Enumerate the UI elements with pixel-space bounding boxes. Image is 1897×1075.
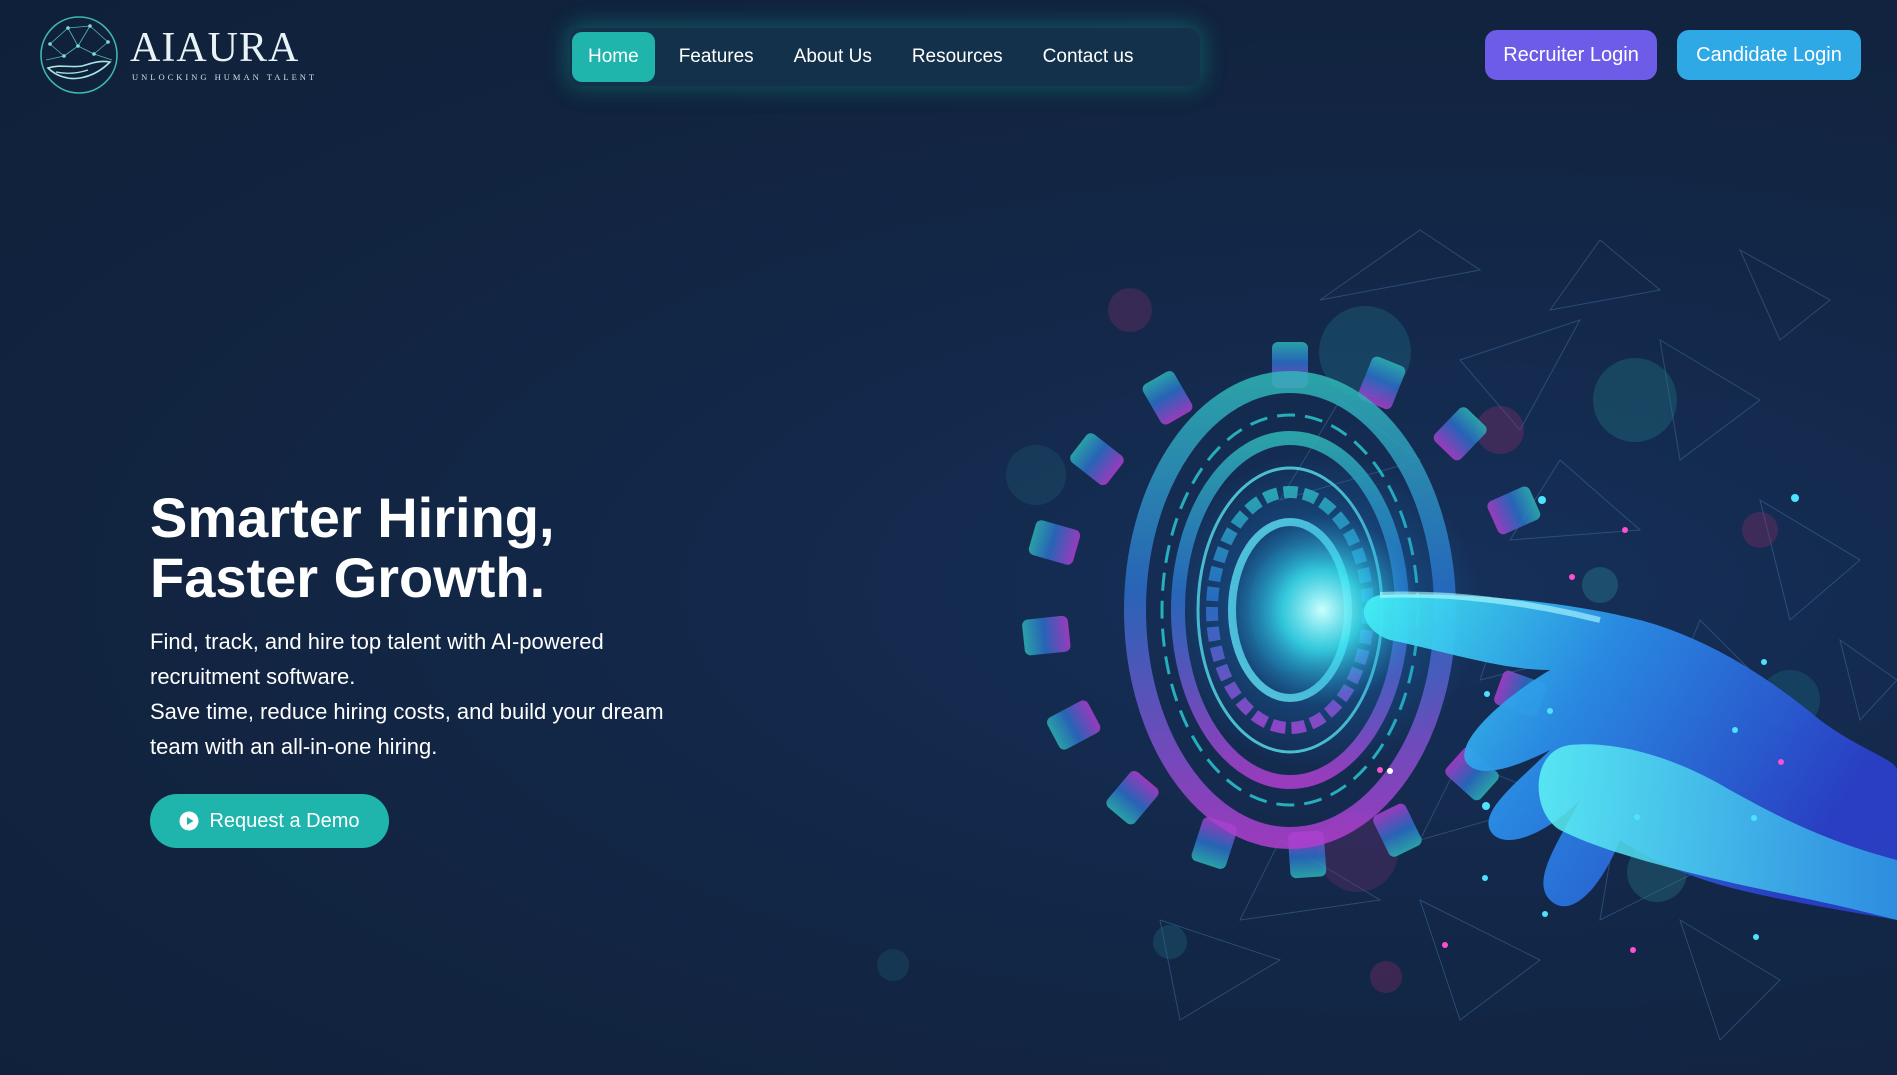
hero-title-line-1: Smarter Hiring,: [150, 486, 555, 549]
nav-item-resources[interactable]: Resources: [896, 32, 1019, 82]
hero-title-line-2: Faster Growth.: [150, 546, 546, 609]
hero-subtitle-line-2: recruitment software.: [150, 664, 356, 689]
hero-subtitle-line-3: Save time, reduce hiring costs, and buil…: [150, 699, 664, 724]
candidate-login-button[interactable]: Candidate Login: [1677, 30, 1861, 80]
brand-tagline: UNLOCKING HUMAN TALENT: [132, 72, 318, 82]
nav-item-contact-us[interactable]: Contact us: [1027, 32, 1150, 82]
hero-subtitle: Find, track, and hire top talent with AI…: [150, 624, 710, 764]
nav-item-about-us[interactable]: About Us: [778, 32, 888, 82]
hero-subtitle-line-1: Find, track, and hire top talent with AI…: [150, 629, 604, 654]
nav-item-home[interactable]: Home: [572, 32, 655, 82]
request-demo-label: Request a Demo: [209, 809, 360, 832]
brand-name: AIAURA: [130, 25, 300, 71]
globe-hand-logo-icon: [40, 16, 118, 94]
hero-subtitle-line-4: team with an all-in-one hiring.: [150, 734, 438, 759]
landing-page: AIAURA UNLOCKING HUMAN TALENT Home Featu…: [0, 0, 1897, 1075]
request-demo-button[interactable]: Request a Demo: [150, 794, 389, 848]
recruiter-login-button[interactable]: Recruiter Login: [1485, 30, 1657, 80]
brand-logo[interactable]: AIAURA UNLOCKING HUMAN TALENT: [38, 14, 317, 96]
hero-title: Smarter Hiring, Faster Growth.: [150, 488, 750, 608]
play-circle-icon: [179, 811, 199, 831]
main-nav: Home Features About Us Resources Contact…: [570, 28, 1200, 86]
gear-hand-illustration: [877, 229, 1897, 1041]
nav-item-features[interactable]: Features: [663, 32, 770, 82]
